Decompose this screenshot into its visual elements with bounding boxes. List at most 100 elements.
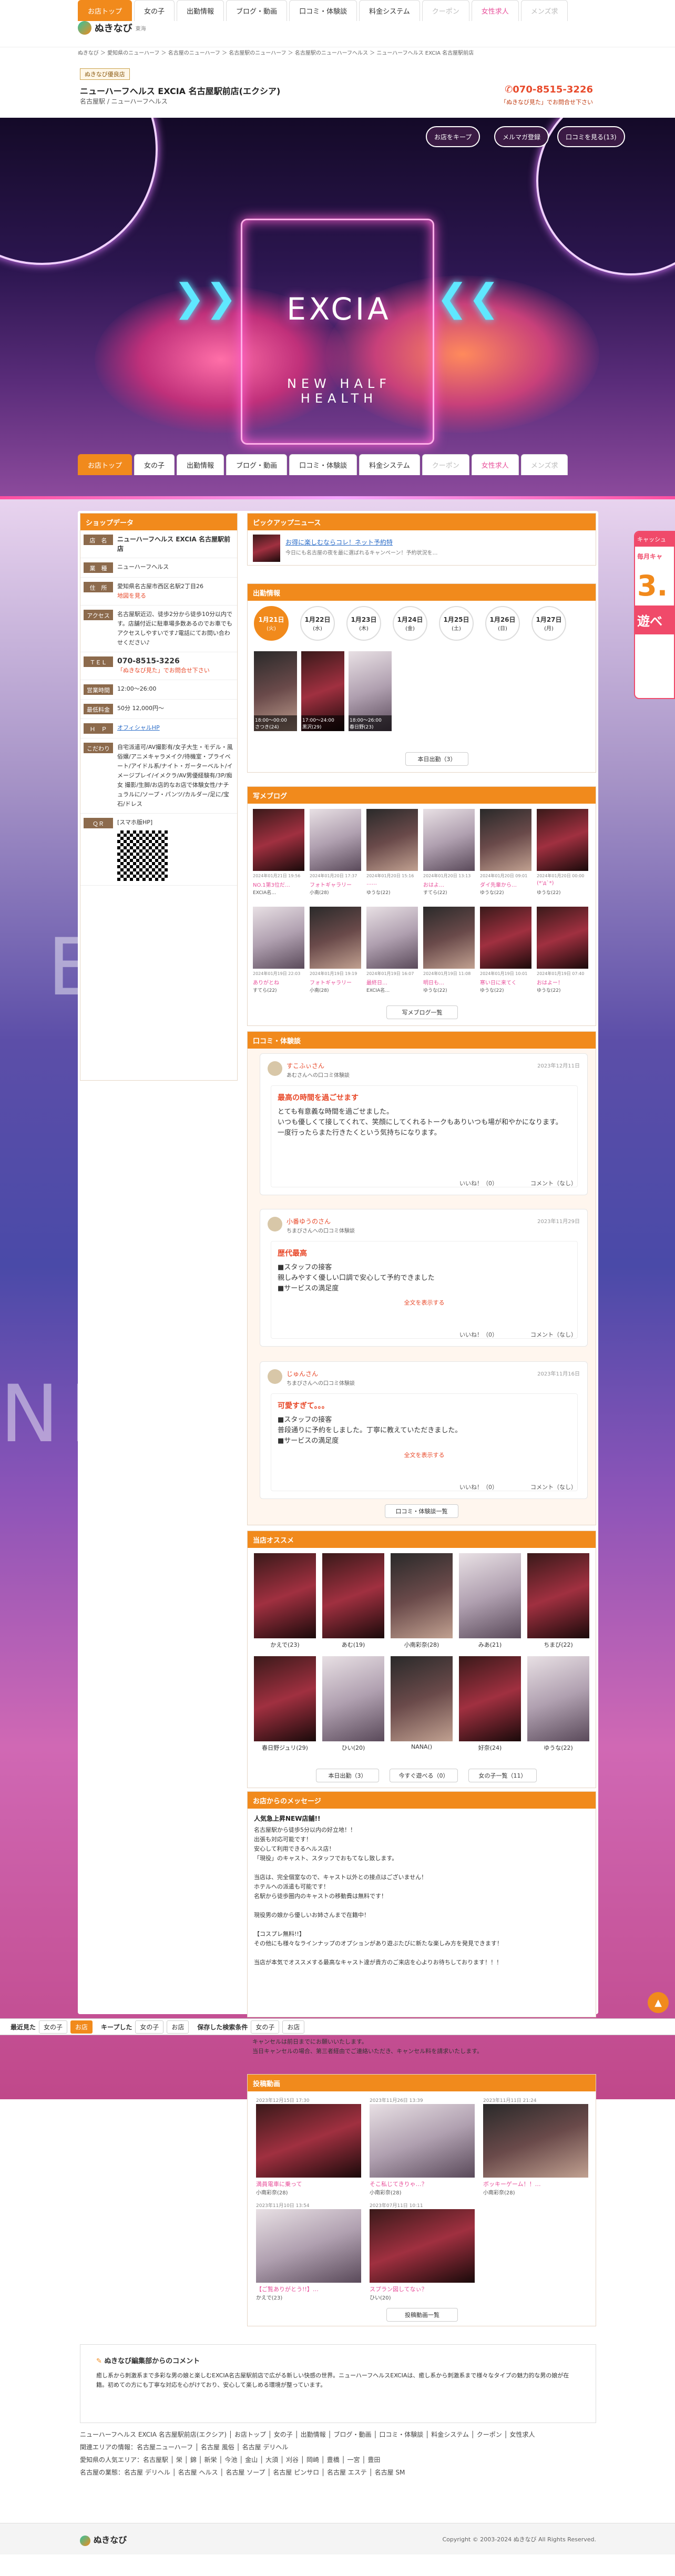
scroll-top-button[interactable]: ▲ (648, 1992, 669, 2013)
recommend-girl-photo[interactable] (391, 1553, 453, 1638)
video-title[interactable]: 【ご覧ありがとう!!】… (256, 2285, 361, 2293)
footer-line-4[interactable]: 名古屋の業態：名古屋 デリヘル │ 名古屋 ヘルス │ 名古屋 ソープ │ 名古… (80, 2466, 600, 2479)
nav-tab-4[interactable]: 口コミ・体験談 (289, 454, 357, 475)
recommend-girl-name[interactable]: ゆうな(22) (527, 1743, 589, 1752)
bottom-bar-item[interactable]: 女の子 (39, 2020, 68, 2034)
review-like-button[interactable]: いいね！（0） (459, 1330, 498, 1339)
video-thumbnail[interactable] (483, 2104, 588, 2178)
schedule-girl-card[interactable]: 17:00〜24:00 黒沢(29) (301, 651, 344, 731)
recommend-girl-photo[interactable] (459, 1553, 521, 1638)
recommend-girl-photo[interactable] (459, 1656, 521, 1741)
nav-tab-8[interactable]: メンズ求 (520, 0, 568, 21)
site-logo[interactable]: ぬきなび 東海 (78, 20, 162, 36)
review-button[interactable]: 口コミを見る(13) (557, 126, 625, 147)
blog-post-title[interactable]: フォトギャラリー (310, 880, 361, 888)
schedule-date-5[interactable]: 1月26日 (日) (485, 606, 520, 641)
rec-today-button[interactable]: 本日出勤（3） (316, 1769, 379, 1782)
blog-thumbnail[interactable] (310, 907, 361, 969)
nav-tab-5[interactable]: 料金システム (359, 0, 420, 21)
recommend-girl-name[interactable]: かえで(23) (254, 1640, 316, 1649)
video-title[interactable]: そこ私じてきりゃ…？ (370, 2180, 475, 2188)
pickup-news-thumbnail[interactable] (253, 535, 280, 562)
recommend-girl-name[interactable]: 好奈(24) (459, 1743, 521, 1752)
blog-thumbnail[interactable] (423, 809, 475, 871)
blog-post-title[interactable]: ありがとね (253, 978, 304, 986)
recommend-girl-name[interactable]: 春日野ジュリ(29) (254, 1743, 316, 1752)
blog-thumbnail[interactable] (310, 809, 361, 871)
keep-shop-button[interactable]: お店をキープ (426, 126, 480, 147)
review-user[interactable]: 小番ゆうのさん (287, 1217, 331, 1226)
video-thumbnail[interactable] (256, 2209, 361, 2283)
review-more-link[interactable]: 全文を表示する (278, 1298, 571, 1307)
nav-tab-0[interactable]: お店トップ (78, 454, 132, 475)
blog-post-title[interactable]: 明日も… (423, 978, 475, 986)
shop-data-value[interactable]: オフィシャルHP (117, 723, 234, 734)
review-list-button[interactable]: 口コミ・体験談一覧 (385, 1504, 458, 1518)
blog-post-title[interactable]: おはよ… (423, 880, 475, 888)
footer-line-3[interactable]: 愛知県の人気エリア：名古屋駅 │ 栄 │ 錦 │ 新栄 │ 今池 │ 金山 │ … (80, 2454, 600, 2466)
blog-thumbnail[interactable] (537, 907, 588, 969)
today-schedule-button[interactable]: 本日出勤（3） (405, 752, 468, 766)
schedule-date-4[interactable]: 1月25日 (土) (439, 606, 474, 641)
review-more-link[interactable]: 全文を表示する (278, 1451, 571, 1459)
review-comment-button[interactable]: コメント（なし） (530, 1483, 577, 1491)
review-user[interactable]: じゅんさん (287, 1369, 318, 1378)
nav-tab-0[interactable]: お店トップ (78, 0, 132, 21)
map-link[interactable]: 地図を見る (117, 591, 234, 601)
blog-thumbnail[interactable] (537, 809, 588, 871)
pickup-news-link[interactable]: お得に楽しむならコレ！ネット予約特 (285, 538, 393, 547)
nav-tab-5[interactable]: 料金システム (359, 454, 420, 475)
mailmag-button[interactable]: メルマガ登録 (494, 126, 549, 147)
recommend-girl-photo[interactable] (391, 1656, 453, 1741)
recommend-girl-photo[interactable] (527, 1656, 589, 1741)
blog-thumbnail[interactable] (253, 907, 304, 969)
nav-tab-2[interactable]: 出勤情報 (177, 0, 224, 21)
nav-tab-7[interactable]: 女性求人 (471, 454, 519, 475)
footer-logo[interactable]: ぬきなび (80, 2533, 127, 2546)
blog-post-title[interactable]: (*'д`*) (537, 880, 588, 886)
blog-post-title[interactable]: ダイ先輩から… (480, 880, 531, 888)
blog-thumbnail[interactable] (480, 907, 531, 969)
blog-post-title[interactable]: …… (366, 880, 418, 886)
review-comment-button[interactable]: コメント（なし） (530, 1330, 577, 1339)
recommend-girl-name[interactable]: NANA() (391, 1743, 453, 1750)
blog-thumbnail[interactable] (366, 809, 418, 871)
schedule-girl-card[interactable]: 18:00〜26:00 春日野(23) (349, 651, 392, 731)
review-like-button[interactable]: いいね！（0） (459, 1179, 498, 1187)
recommend-girl-name[interactable]: ちまび(22) (527, 1640, 589, 1649)
recommend-girl-name[interactable]: 小南彩奈(28) (391, 1640, 453, 1649)
nav-tab-1[interactable]: 女の子 (134, 454, 175, 475)
blog-thumbnail[interactable] (366, 907, 418, 969)
video-thumbnail[interactable] (370, 2104, 475, 2178)
rec-now-button[interactable]: 今すぐ遊べる（0） (390, 1769, 458, 1782)
blog-list-button[interactable]: 写メブログ一覧 (386, 1005, 458, 1019)
review-like-button[interactable]: いいね！（0） (459, 1483, 498, 1491)
schedule-date-1[interactable]: 1月22日 (水) (300, 606, 335, 641)
shop-phone[interactable]: ✆070-8515-3226 (505, 84, 593, 95)
footer-line-1[interactable]: ニューハーフヘルス EXCIA 名古屋駅前店(エクシア) │ お店トップ │ 女… (80, 2428, 600, 2441)
blog-thumbnail[interactable] (423, 907, 475, 969)
nav-tab-8[interactable]: メンズ求 (520, 454, 568, 475)
nav-tab-2[interactable]: 出勤情報 (177, 454, 224, 475)
nav-tab-6[interactable]: クーポン (422, 454, 469, 475)
recommend-girl-photo[interactable] (527, 1553, 589, 1638)
schedule-date-3[interactable]: 1月24日 (金) (393, 606, 427, 641)
blog-post-title[interactable]: おはよー！ (537, 978, 588, 986)
bottom-bar-item[interactable]: お店 (70, 2020, 93, 2034)
video-title[interactable]: スプラン図してなぃ？ (370, 2285, 475, 2293)
blog-post-title[interactable]: NO.1第3位だ… (253, 880, 304, 888)
nav-tab-7[interactable]: 女性求人 (471, 0, 519, 21)
rec-all-button[interactable]: 女の子一覧（11） (468, 1769, 537, 1782)
bottom-bar-item[interactable]: 女の子 (135, 2020, 164, 2034)
nav-tab-1[interactable]: 女の子 (134, 0, 175, 21)
review-user[interactable]: すこふぃさん (287, 1061, 324, 1070)
video-title[interactable]: ボッキーゲーム！！… (483, 2180, 588, 2188)
video-list-button[interactable]: 投稿動画一覧 (386, 2308, 458, 2322)
bottom-bar-item[interactable]: 女の子 (251, 2020, 280, 2034)
side-banner[interactable]: キャッシュ 毎月キャ 3. 遊べ (634, 531, 675, 699)
recommend-girl-name[interactable]: みあ(21) (459, 1640, 521, 1649)
schedule-girl-card[interactable]: 18:00〜00:00 さつき(24) (254, 651, 297, 731)
blog-post-title[interactable]: 最終日… (366, 978, 418, 986)
schedule-date-2[interactable]: 1月23日 (木) (346, 606, 381, 641)
recommend-girl-name[interactable]: ひい(20) (322, 1743, 384, 1752)
